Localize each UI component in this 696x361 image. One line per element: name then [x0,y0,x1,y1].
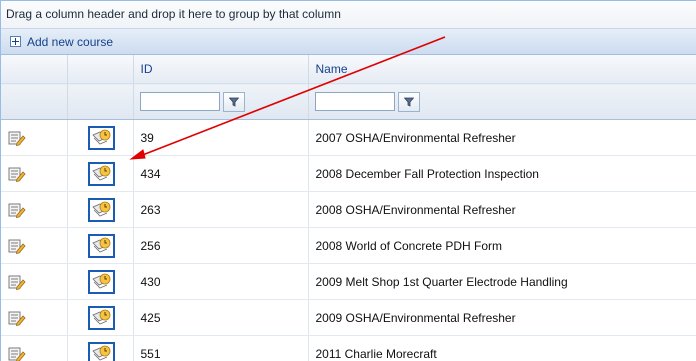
add-new-course-button[interactable]: Add new course [27,35,113,49]
table-row[interactable]: 425 2009 OSHA/Environmental Refresher [1,299,696,336]
name-filter-input[interactable] [314,92,395,111]
group-by-hint: Drag a column header and drop it here to… [6,7,341,21]
clock-document-icon [91,309,110,324]
cell-name: 2008 December Fall Protection Inspection [308,155,696,192]
clock-document-icon [91,345,110,360]
cell-id: 256 [133,227,309,264]
course-report-button[interactable] [87,161,115,186]
name-filter-button[interactable] [397,91,420,112]
cell-id: 425 [133,299,309,336]
edit-icon[interactable] [8,310,26,326]
header-row: ID Name [1,55,696,84]
add-icon[interactable] [10,36,21,47]
command-bar: Add new course [1,29,696,55]
course-report-button[interactable] [87,341,115,361]
filter-icon [403,97,414,107]
cell-id: 430 [133,263,309,300]
table-row[interactable]: 430 2009 Melt Shop 1st Quarter Electrode… [1,263,696,300]
edit-icon[interactable] [8,130,26,146]
clock-document-icon [91,201,110,216]
edit-icon[interactable] [8,346,26,361]
table-row[interactable]: 551 2011 Charlie Morecraft [1,335,696,361]
grid-body: 39 2007 OSHA/Environmental Refresher 434… [1,119,696,361]
id-filter-button[interactable] [222,91,245,112]
clock-document-icon [91,237,110,252]
table-row[interactable]: 434 2008 December Fall Protection Inspec… [1,155,696,192]
cell-name: 2009 OSHA/Environmental Refresher [308,299,696,336]
id-filter-input[interactable] [139,92,220,111]
edit-icon[interactable] [8,238,26,254]
filter-row [1,83,696,120]
clock-document-icon [91,165,110,180]
course-report-button[interactable] [87,269,115,294]
cell-id: 434 [133,155,309,192]
course-report-button[interactable] [87,125,115,150]
course-report-button[interactable] [87,233,115,258]
courses-grid: Drag a column header and drop it here to… [0,0,696,361]
edit-column-header [1,55,68,84]
table-row[interactable]: 256 2008 World of Concrete PDH Form [1,227,696,264]
courses-table: ID Name 39 2007 OSHA/Environmental Refre… [1,55,696,361]
edit-icon[interactable] [8,274,26,290]
action-column-header [67,55,134,84]
clock-document-icon [91,273,110,288]
cell-name: 2011 Charlie Morecraft [308,335,696,361]
column-header-name[interactable]: Name [308,55,696,84]
clock-document-icon [91,129,110,144]
cell-name: 2007 OSHA/Environmental Refresher [308,119,696,156]
course-report-button[interactable] [87,305,115,330]
course-report-button[interactable] [87,197,115,222]
cell-name: 2009 Melt Shop 1st Quarter Electrode Han… [308,263,696,300]
cell-name: 2008 OSHA/Environmental Refresher [308,191,696,228]
edit-icon[interactable] [8,202,26,218]
cell-name: 2008 World of Concrete PDH Form [308,227,696,264]
cell-id: 551 [133,335,309,361]
cell-id: 39 [133,119,309,156]
filter-icon [228,97,239,107]
column-header-id[interactable]: ID [133,55,309,84]
edit-icon[interactable] [8,166,26,182]
cell-id: 263 [133,191,309,228]
group-by-panel[interactable]: Drag a column header and drop it here to… [1,1,696,29]
table-row[interactable]: 263 2008 OSHA/Environmental Refresher [1,191,696,228]
table-row[interactable]: 39 2007 OSHA/Environmental Refresher [1,119,696,156]
